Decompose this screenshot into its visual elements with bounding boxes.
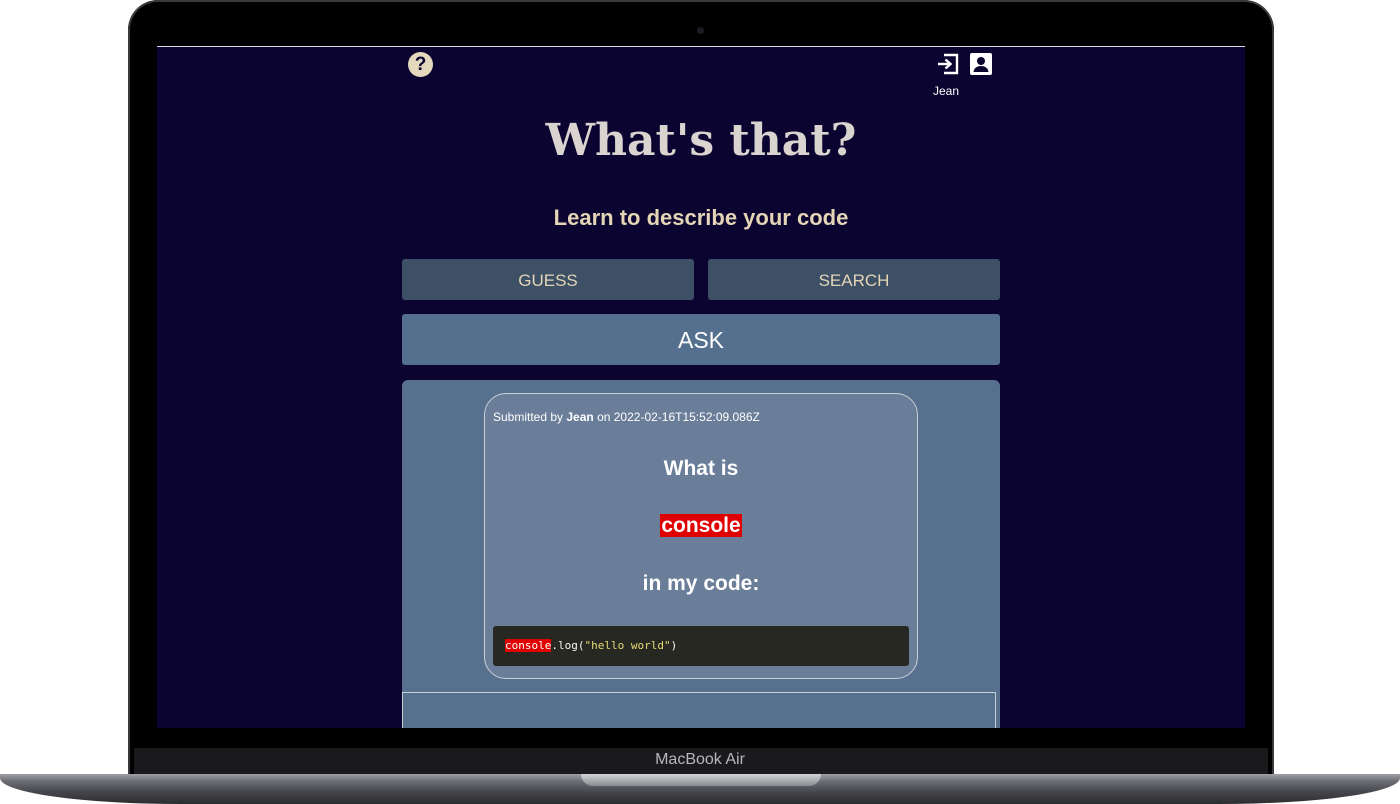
question-circle-icon[interactable]: ?: [408, 52, 433, 77]
code-close: ): [670, 639, 678, 652]
code-string: "hello world": [584, 639, 671, 652]
submitted-prefix: Submitted by: [493, 410, 567, 424]
submission-meta: Submitted by Jean on 2022-02-16T15:52:09…: [493, 410, 760, 424]
code-snippet: console.log("hello world"): [493, 626, 909, 666]
search-button[interactable]: SEARCH: [708, 259, 1000, 300]
submission-timestamp: 2022-02-16T15:52:09.086Z: [613, 410, 760, 424]
question-term: console: [660, 514, 742, 537]
author-name: Jean: [566, 410, 594, 424]
code-call: .log(: [551, 639, 585, 652]
camera-icon: [697, 27, 704, 34]
submitted-on: on: [593, 410, 614, 424]
question-term-line: console: [485, 514, 917, 538]
question-suffix: in my code:: [642, 572, 760, 595]
laptop-notch: [581, 774, 821, 786]
answer-input-area[interactable]: [402, 692, 996, 728]
user-name: Jean: [932, 84, 960, 98]
model-label: MacBook Air: [655, 751, 745, 768]
question-prompt: What is: [663, 457, 739, 480]
question-panel: Submitted by Jean on 2022-02-16T15:52:09…: [402, 380, 1000, 728]
code-highlight: console: [505, 639, 552, 652]
ask-button[interactable]: ASK: [402, 314, 1000, 365]
login-icon[interactable]: [935, 51, 961, 77]
screen: ? Jean What's that? Learn to describe yo…: [157, 46, 1245, 728]
guess-button[interactable]: GUESS: [402, 259, 694, 300]
laptop-frame: ? Jean What's that? Learn to describe yo…: [0, 0, 1400, 804]
page-subtitle: Learn to describe your code: [553, 205, 849, 230]
user-account-icon[interactable]: [969, 52, 993, 76]
question-card: Submitted by Jean on 2022-02-16T15:52:09…: [484, 393, 918, 679]
page-title: What's that?: [545, 115, 857, 166]
